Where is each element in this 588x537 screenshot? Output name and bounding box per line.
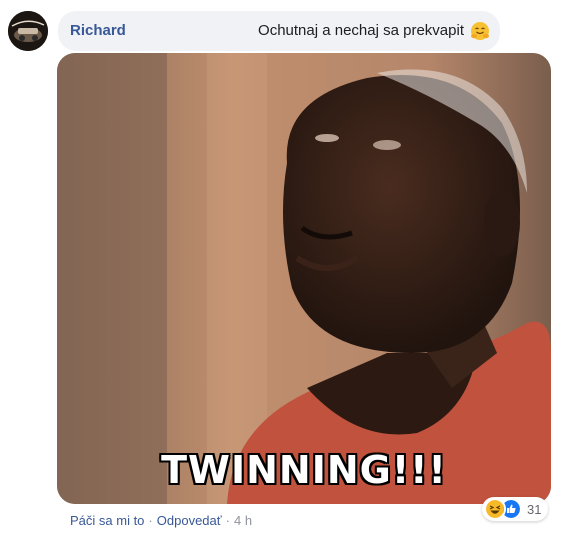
haha-reaction-icon <box>484 498 506 520</box>
gif-image <box>57 53 551 504</box>
separator: · <box>225 513 230 528</box>
comment-bubble: Richard Ochutnaj a nechaj sa prekvapit <box>58 11 500 51</box>
reply-link[interactable]: Odpovedať <box>157 513 222 528</box>
gif-caption: TWINNING!!! <box>161 448 447 492</box>
separator: · <box>148 513 153 528</box>
author-avatar[interactable] <box>8 11 48 51</box>
reactions-summary[interactable]: 31 <box>482 497 548 521</box>
comment-text: Ochutnaj a nechaj sa prekvapit <box>258 22 464 39</box>
like-link[interactable]: Páči sa mi to <box>70 513 144 528</box>
comment-gif[interactable]: TWINNING!!! <box>57 53 551 504</box>
hugging-face-emoji-icon <box>471 22 489 40</box>
comment-author[interactable]: Richard <box>70 22 126 39</box>
avatar-image <box>8 11 48 51</box>
comment-actions: Páči sa mi to · Odpovedať · 4 h <box>70 513 252 528</box>
reaction-count: 31 <box>527 501 542 517</box>
comment-timestamp[interactable]: 4 h <box>234 513 252 528</box>
